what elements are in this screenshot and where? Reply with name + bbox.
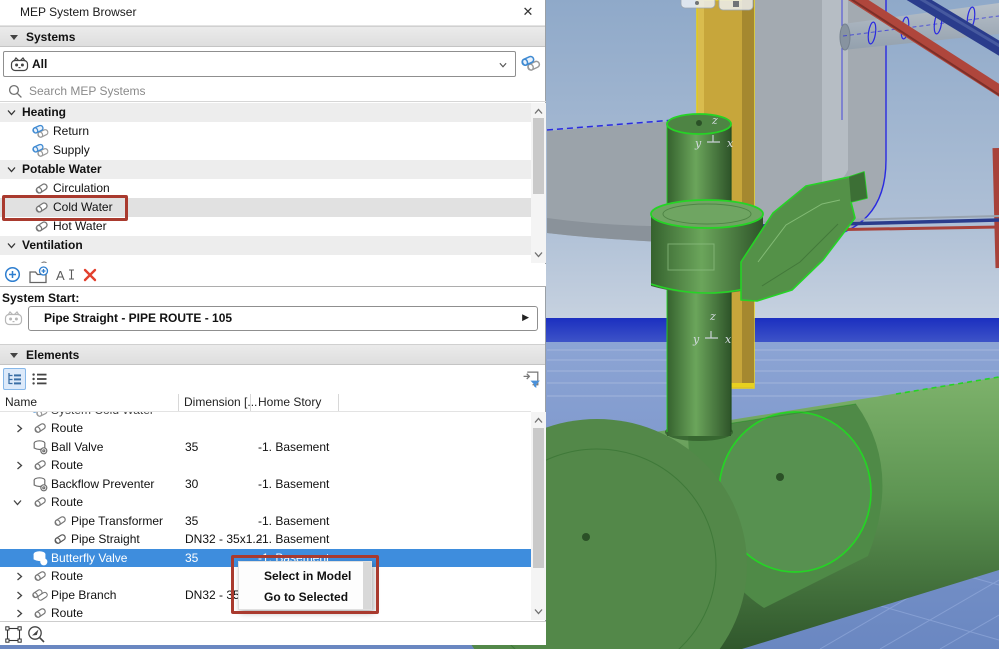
table-row[interactable]: Pipe Transformer 35 -1. Basement xyxy=(0,512,531,530)
pipe-icon xyxy=(32,605,48,620)
mep-system-browser-panel: MEP System Browser ✕ Systems All Heating xyxy=(0,0,546,645)
systems-filter-dropdown[interactable]: All xyxy=(3,51,516,77)
rename-button[interactable] xyxy=(56,267,76,283)
pipe-icon xyxy=(52,531,68,547)
tree-view-icon xyxy=(6,371,23,387)
column-header-home-story[interactable]: Home Story xyxy=(258,395,321,409)
pipe-icon xyxy=(32,420,48,436)
elements-table-header: Name Dimension [... Home Story xyxy=(0,393,531,412)
pick-up-filter-button[interactable] xyxy=(522,369,542,389)
annotation-box-context-menu xyxy=(231,555,379,614)
bottom-toolbar xyxy=(0,621,546,645)
column-divider[interactable] xyxy=(250,394,251,411)
system-icon xyxy=(32,123,51,140)
chevron-down-icon[interactable] xyxy=(7,165,16,174)
system-start-value: Pipe Straight - PIPE ROUTE - 105 xyxy=(44,311,233,325)
collapse-caret-icon[interactable] xyxy=(10,353,18,358)
scroll-up-icon[interactable] xyxy=(534,416,543,425)
system-item-clipped[interactable] xyxy=(0,255,531,263)
expander-icon[interactable] xyxy=(15,609,24,618)
systems-group-ventilation[interactable]: Ventilation xyxy=(0,236,531,255)
system-category-icon xyxy=(4,311,23,326)
chevron-down-icon[interactable] xyxy=(498,61,508,69)
table-row[interactable]: Pipe Straight DN32 - 35x1.2 -1. Basement xyxy=(0,530,531,548)
table-row[interactable]: Route xyxy=(0,456,531,474)
table-row[interactable]: Route xyxy=(0,419,531,437)
scrollbar-thumb[interactable] xyxy=(533,118,544,194)
search-icon xyxy=(8,84,23,99)
column-divider[interactable] xyxy=(338,394,339,411)
pipe-icon xyxy=(32,568,48,584)
elements-section-label: Elements xyxy=(26,348,80,362)
add-system-button[interactable] xyxy=(4,266,21,283)
system-item-return[interactable]: Return xyxy=(0,122,531,141)
scroll-down-icon[interactable] xyxy=(534,607,543,616)
mep-systems-icon[interactable] xyxy=(521,53,543,74)
scrollbar-thumb[interactable] xyxy=(533,428,544,568)
svg-text:x: x xyxy=(727,137,734,150)
list-view-icon xyxy=(31,371,48,387)
chevron-down-icon[interactable] xyxy=(7,108,16,117)
pipe-branch-icon xyxy=(32,587,48,603)
svg-text:z: z xyxy=(709,310,716,323)
expander-icon[interactable] xyxy=(15,591,24,600)
system-icon xyxy=(31,412,50,419)
systems-toolbar xyxy=(0,264,546,287)
elements-section-header[interactable]: Elements xyxy=(0,344,545,365)
valve-icon xyxy=(32,550,48,566)
column-divider[interactable] xyxy=(178,394,179,411)
panel-title: MEP System Browser xyxy=(20,5,137,19)
table-row[interactable]: System Cold Water xyxy=(0,412,531,419)
chevron-down-icon[interactable] xyxy=(7,241,16,250)
expander-icon[interactable] xyxy=(15,461,24,470)
system-category-icon xyxy=(10,57,29,72)
system-start-dropdown[interactable]: Pipe Straight - PIPE ROUTE - 105 ▶ xyxy=(28,306,538,331)
svg-text:y: y xyxy=(694,137,702,150)
scroll-up-icon[interactable] xyxy=(534,107,543,116)
system-item-supply[interactable]: Supply xyxy=(0,141,531,160)
new-folder-button[interactable] xyxy=(28,266,49,285)
expander-icon[interactable] xyxy=(15,424,24,433)
systems-group-heating[interactable]: Heating xyxy=(0,103,531,122)
pipe-icon xyxy=(52,513,68,529)
svg-text:z: z xyxy=(711,114,718,127)
arrow-right-icon[interactable]: ▶ xyxy=(522,312,529,323)
systems-group-potable-water[interactable]: Potable Water xyxy=(0,160,531,179)
search-row xyxy=(0,80,546,102)
systems-filter-value: All xyxy=(32,57,48,71)
elements-scrollbar[interactable] xyxy=(531,412,546,620)
delete-button[interactable] xyxy=(83,268,97,282)
pipe-icon xyxy=(33,258,50,263)
annotation-box-cold-water xyxy=(2,195,128,221)
tree-view-button[interactable] xyxy=(3,368,26,390)
scroll-down-icon[interactable] xyxy=(534,250,543,259)
column-header-name[interactable]: Name xyxy=(5,395,37,409)
systems-section-header[interactable]: Systems xyxy=(0,26,545,47)
search-input[interactable] xyxy=(27,81,471,101)
zoom-to-selection-button[interactable] xyxy=(27,625,46,644)
systems-tree: Heating Return Supply Potable Water Circ… xyxy=(0,103,531,263)
table-row[interactable]: Backflow Preventer 30 -1. Basement xyxy=(0,475,531,493)
pipe-icon xyxy=(32,494,48,510)
svg-text:y: y xyxy=(692,333,700,346)
systems-section-label: Systems xyxy=(26,30,76,44)
close-icon[interactable]: ✕ xyxy=(519,3,537,21)
systems-scrollbar[interactable] xyxy=(531,103,546,263)
table-row[interactable]: Route xyxy=(0,493,531,511)
column-header-dimension[interactable]: Dimension [... xyxy=(184,395,257,409)
valve-icon xyxy=(32,439,48,455)
svg-text:x: x xyxy=(725,333,732,346)
list-view-button[interactable] xyxy=(28,368,51,390)
system-start-label: System Start: xyxy=(2,291,80,305)
valve-icon xyxy=(32,476,48,492)
marquee-select-button[interactable] xyxy=(5,626,22,643)
mep-system-browser-app: z y x z y x MEP System Browser ✕ Systems… xyxy=(0,0,999,649)
pipe-icon xyxy=(32,457,48,473)
expander-icon[interactable] xyxy=(15,572,24,581)
table-row[interactable]: Ball Valve 35 -1. Basement xyxy=(0,438,531,456)
system-icon xyxy=(32,142,51,159)
expander-icon[interactable] xyxy=(13,498,22,507)
collapse-caret-icon[interactable] xyxy=(10,35,18,40)
panel-titlebar[interactable]: MEP System Browser ✕ xyxy=(0,0,545,26)
